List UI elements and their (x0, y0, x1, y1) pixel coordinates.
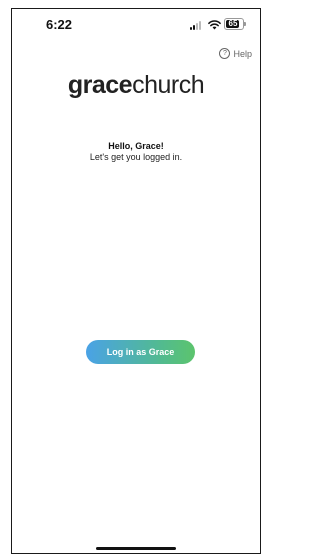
logo-light-text: church (132, 71, 205, 99)
grace-church-logo: gracechurch (12, 71, 260, 100)
battery-icon: 65 (224, 18, 246, 30)
status-time: 6:22 (46, 17, 73, 32)
wifi-icon (208, 20, 221, 30)
logo-bold-text: grace (67, 71, 133, 99)
battery-level: 65 (228, 19, 238, 28)
status-bar: 6:22 65 (12, 9, 260, 39)
help-label: Help (233, 48, 252, 59)
greeting-title: Hello, Grace! (108, 141, 164, 151)
question-circle-icon: ? (219, 48, 231, 59)
help-link[interactable]: ? Help (219, 48, 252, 59)
cellular-signal-icon (190, 21, 204, 30)
home-indicator[interactable] (96, 547, 176, 550)
phone-screen: 6:22 65 ? Help gracechurch Hello, Grace!… (11, 8, 261, 554)
greeting-subtitle: Let's get you logged in. (89, 152, 183, 162)
login-button[interactable]: Log in as Grace (86, 340, 195, 364)
